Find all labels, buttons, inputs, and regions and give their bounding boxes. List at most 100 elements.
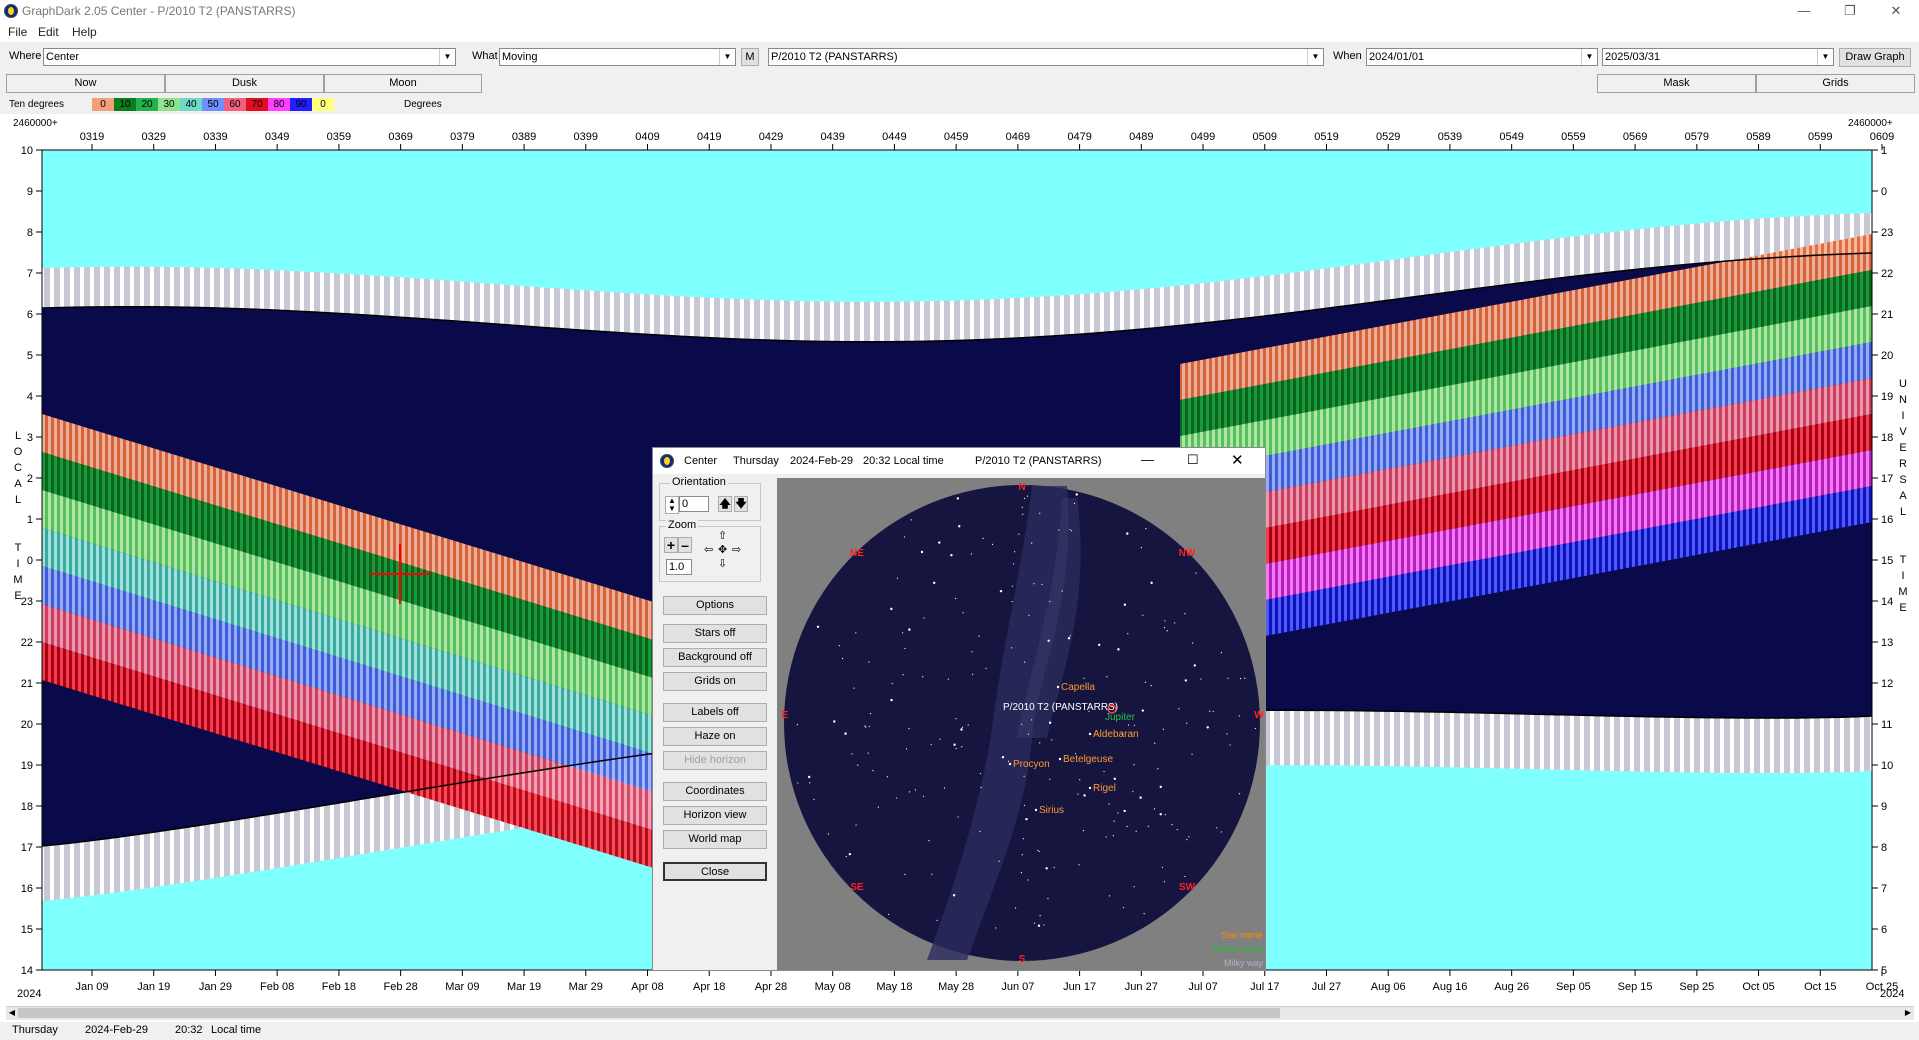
minimize-icon[interactable]: — bbox=[1141, 452, 1154, 467]
coordinates-button[interactable]: Coordinates bbox=[663, 782, 767, 801]
dialog-title-bar[interactable]: Center Thursday 2024-Feb-29 20:32 Local … bbox=[653, 448, 1265, 474]
minimize-icon[interactable]: — bbox=[1781, 0, 1827, 22]
star-dot bbox=[1133, 724, 1136, 727]
tab-mask[interactable]: Mask bbox=[1597, 74, 1756, 93]
sky-map-dialog[interactable]: Center Thursday 2024-Feb-29 20:32 Local … bbox=[652, 447, 1266, 971]
star-dot bbox=[1041, 583, 1043, 586]
jd-tick-label: 0429 bbox=[759, 131, 783, 143]
dialog-title-day: Thursday bbox=[733, 455, 779, 467]
star-dot bbox=[1178, 708, 1180, 710]
start-date-combo[interactable]: 2024/01/01 ▼ bbox=[1366, 48, 1598, 66]
tab-moon[interactable]: Moon bbox=[324, 74, 482, 93]
pan-center-icon[interactable]: ✥ bbox=[718, 543, 727, 556]
haze-on-button[interactable]: Haze on bbox=[663, 727, 767, 746]
object-label: P/2010 T2 (PANSTARRS) bbox=[1003, 702, 1118, 713]
background-off-button[interactable]: Background off bbox=[663, 648, 767, 667]
options-button[interactable]: Options bbox=[663, 596, 767, 615]
maximize-icon[interactable]: ❐ bbox=[1827, 0, 1873, 22]
star-dot bbox=[1039, 915, 1041, 917]
orientation-input[interactable]: 0 bbox=[679, 496, 709, 512]
jd-tick-label: 0559 bbox=[1561, 131, 1585, 143]
menu-file[interactable]: File bbox=[8, 25, 27, 39]
star-dot bbox=[1127, 724, 1130, 726]
date-tick-label: Jun 07 bbox=[1001, 981, 1034, 993]
jd-tick-label: 0599 bbox=[1808, 131, 1832, 143]
what-combo[interactable]: Moving ▼ bbox=[499, 48, 736, 66]
tab-grids[interactable]: Grids bbox=[1756, 74, 1915, 93]
status-bar: Thursday 2024-Feb-29 20:32 Local time bbox=[0, 1022, 1919, 1040]
star-dot bbox=[1067, 637, 1071, 640]
zoom-out-icon[interactable]: – bbox=[678, 537, 692, 553]
star-dot bbox=[1051, 739, 1053, 741]
world-map-button[interactable]: World map bbox=[663, 830, 767, 849]
legend-swatch: 80 bbox=[268, 98, 290, 111]
pan-up-icon[interactable]: ⇧ bbox=[718, 529, 727, 542]
app-icon bbox=[660, 454, 674, 468]
star-dot bbox=[1157, 768, 1159, 770]
object-combo[interactable]: P/2010 T2 (PANSTARRS) ▼ bbox=[768, 48, 1324, 66]
zoom-input[interactable]: 1.0 bbox=[666, 559, 692, 575]
horizontal-scrollbar[interactable]: ◀ ▶ bbox=[6, 1006, 1914, 1020]
tab-now[interactable]: Now bbox=[6, 74, 165, 93]
maximize-icon[interactable]: ☐ bbox=[1187, 452, 1199, 468]
sky-map[interactable]: N NE NW E W SE SW S Capella Aldebaran Betelgeuse P… bbox=[777, 478, 1265, 970]
chevron-down-icon[interactable]: ▼ bbox=[719, 49, 735, 65]
star-dot bbox=[938, 541, 941, 544]
star-dot bbox=[888, 913, 890, 916]
end-date-combo[interactable]: 2025/03/31 ▼ bbox=[1602, 48, 1834, 66]
sky-map-canvas[interactable]: N NE NW E W SE SW S Capella Aldebaran Betelgeuse P… bbox=[777, 478, 1265, 970]
zoom-in-icon[interactable]: + bbox=[664, 537, 678, 553]
rotate-up-icon[interactable]: 🡅 bbox=[718, 496, 732, 512]
pan-right-icon[interactable]: ⇨ bbox=[732, 543, 741, 556]
orientation-spinner[interactable]: ▲ ▼ bbox=[665, 496, 679, 514]
star-dot bbox=[1132, 791, 1134, 793]
jd-tick-label: 0339 bbox=[203, 131, 227, 143]
tab-dusk[interactable]: Dusk bbox=[165, 74, 324, 93]
year-left: 2024 bbox=[17, 988, 42, 1000]
star-dot bbox=[905, 748, 908, 750]
pan-down-icon[interactable]: ⇩ bbox=[718, 557, 727, 570]
star-dot bbox=[985, 667, 987, 670]
star-dot bbox=[1033, 922, 1036, 924]
chevron-down-icon[interactable]: ▼ bbox=[1307, 49, 1323, 65]
scroll-thumb[interactable] bbox=[18, 1008, 1280, 1018]
date-tick-label: Sep 15 bbox=[1618, 981, 1653, 993]
star-dot bbox=[908, 791, 911, 793]
star-dot bbox=[1045, 867, 1048, 870]
m-button[interactable]: M bbox=[741, 48, 759, 66]
grids-on-button[interactable]: Grids on bbox=[663, 672, 767, 691]
close-button[interactable]: Close bbox=[663, 862, 767, 881]
menu-help[interactable]: Help bbox=[72, 25, 97, 39]
star-dot bbox=[950, 554, 953, 557]
legend-swatch: 20 bbox=[136, 98, 158, 111]
right-tick-label: 18 bbox=[1881, 432, 1893, 444]
close-icon[interactable]: ✕ bbox=[1231, 451, 1244, 469]
star-dot bbox=[982, 537, 984, 539]
chevron-down-icon[interactable]: ▼ bbox=[1581, 49, 1597, 65]
pan-left-icon[interactable]: ⇦ bbox=[704, 543, 713, 556]
altitude-legend: Ten degrees 0 10 20 30 40 50 60 70 80 90 0 Degrees bbox=[6, 97, 1919, 113]
orientation-label: Orientation bbox=[670, 476, 728, 488]
hide-horizon-button[interactable]: Hide horizon bbox=[663, 751, 767, 770]
stars-off-button[interactable]: Stars off bbox=[663, 624, 767, 643]
when-label: When bbox=[1333, 50, 1362, 62]
menu-edit[interactable]: Edit bbox=[38, 25, 59, 39]
star-dot bbox=[1123, 809, 1126, 813]
horizon-view-button[interactable]: Horizon view bbox=[663, 806, 767, 825]
draw-graph-button[interactable]: Draw Graph bbox=[1839, 48, 1911, 67]
chevron-down-icon[interactable]: ▼ bbox=[439, 49, 455, 65]
chevron-down-icon[interactable]: ▼ bbox=[1817, 49, 1833, 65]
scroll-left-icon[interactable]: ◀ bbox=[6, 1008, 18, 1019]
star-dot bbox=[1150, 581, 1153, 585]
where-combo[interactable]: Center ▼ bbox=[43, 48, 456, 66]
scroll-right-icon[interactable]: ▶ bbox=[1902, 1008, 1914, 1019]
left-tick-label: 21 bbox=[21, 678, 33, 690]
star-dot bbox=[1058, 529, 1060, 531]
rotate-down-icon[interactable]: 🡇 bbox=[734, 496, 748, 512]
close-icon[interactable]: ✕ bbox=[1873, 0, 1919, 22]
labels-off-button[interactable]: Labels off bbox=[663, 703, 767, 722]
right-tick-label: 7 bbox=[1881, 883, 1887, 895]
date-tick-label: Aug 26 bbox=[1494, 981, 1529, 993]
star-dot bbox=[904, 647, 906, 650]
star-dot bbox=[902, 674, 904, 676]
